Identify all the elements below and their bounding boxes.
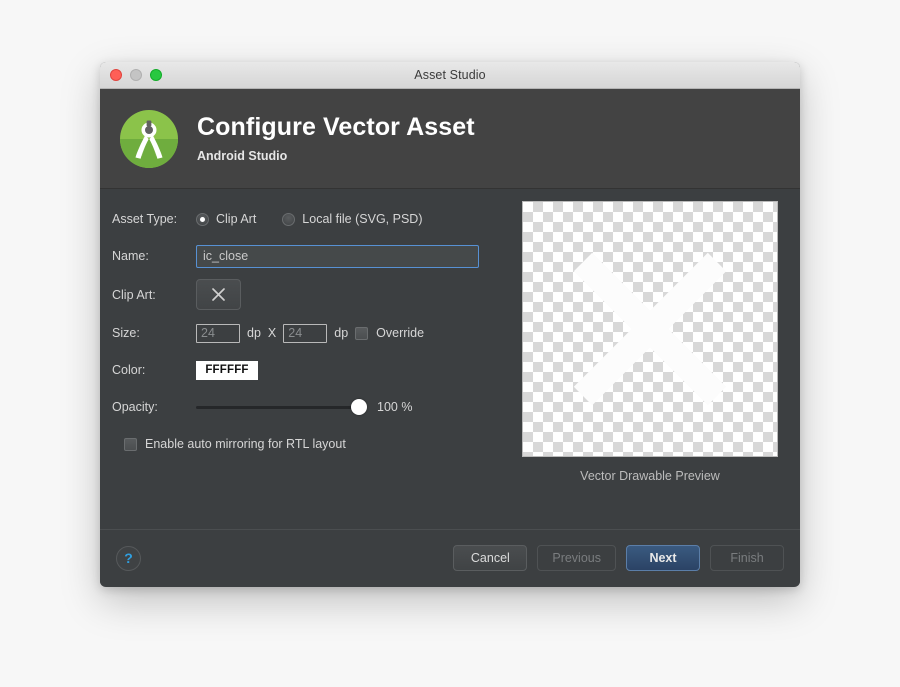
close-window-button[interactable] [110, 69, 122, 81]
finish-button[interactable]: Finish [710, 545, 784, 571]
maximize-window-button[interactable] [150, 69, 162, 81]
color-label: Color: [112, 363, 196, 377]
opacity-slider-knob[interactable] [351, 399, 367, 415]
override-checkbox[interactable] [355, 327, 368, 340]
opacity-slider-track [196, 406, 364, 409]
asset-type-row: Asset Type: Clip Art Local file (SVG, PS… [112, 205, 500, 233]
radio-clip-art-label: Clip Art [216, 212, 256, 226]
radio-local-file-icon [282, 213, 295, 226]
preview-caption: Vector Drawable Preview [580, 469, 720, 483]
footer-buttons: Cancel Previous Next Finish [453, 545, 784, 571]
opacity-slider[interactable] [196, 398, 364, 416]
opacity-label: Opacity: [112, 400, 196, 414]
next-button[interactable]: Next [626, 545, 700, 571]
header-text-group: Configure Vector Asset Android Studio [197, 114, 475, 163]
dialog-header: Configure Vector Asset Android Studio [100, 89, 800, 189]
override-label: Override [376, 326, 424, 340]
size-separator: X [268, 326, 276, 340]
name-input[interactable] [196, 245, 479, 268]
previous-button[interactable]: Previous [537, 545, 616, 571]
clip-art-row: Clip Art: [112, 279, 500, 310]
cancel-button[interactable]: Cancel [453, 545, 527, 571]
radio-local-file[interactable]: Local file (SVG, PSD) [282, 212, 422, 226]
rtl-mirroring-row[interactable]: Enable auto mirroring for RTL layout [112, 430, 500, 458]
asset-type-label: Asset Type: [112, 212, 196, 226]
size-height-unit: dp [334, 326, 348, 340]
name-label: Name: [112, 249, 196, 263]
close-x-icon [211, 287, 226, 302]
radio-clip-art-icon [196, 213, 209, 226]
minimize-window-button[interactable] [130, 69, 142, 81]
clip-art-label: Clip Art: [112, 288, 196, 302]
page-title: Configure Vector Asset [197, 114, 475, 142]
help-button[interactable]: ? [116, 546, 141, 571]
screenshot-root: Asset Studio Configure Vector Asset Andr… [0, 0, 900, 687]
page-subtitle: Android Studio [197, 149, 475, 163]
close-x-icon [523, 202, 777, 456]
color-row: Color: FFFFFF [112, 356, 500, 384]
preview-panel: Vector Drawable Preview [500, 189, 800, 529]
asset-studio-window: Asset Studio Configure Vector Asset Andr… [100, 62, 800, 587]
opacity-row: Opacity: 100 % [112, 393, 500, 421]
size-width-input[interactable] [196, 324, 240, 343]
radio-local-file-label: Local file (SVG, PSD) [302, 212, 422, 226]
size-width-unit: dp [247, 326, 261, 340]
window-title: Asset Studio [100, 68, 800, 82]
color-swatch-button[interactable]: FFFFFF [196, 361, 258, 380]
traffic-lights [110, 69, 162, 81]
size-row: Size: dp X dp Override [112, 319, 500, 347]
radio-clip-art[interactable]: Clip Art [196, 212, 256, 226]
dialog-body: Asset Type: Clip Art Local file (SVG, PS… [100, 189, 800, 529]
rtl-mirroring-label: Enable auto mirroring for RTL layout [145, 437, 346, 451]
android-studio-logo-icon [118, 108, 180, 170]
dialog-footer: ? Cancel Previous Next Finish [100, 529, 800, 586]
size-label: Size: [112, 326, 196, 340]
rtl-mirroring-checkbox[interactable] [124, 438, 137, 451]
clip-art-picker-button[interactable] [196, 279, 241, 310]
size-height-input[interactable] [283, 324, 327, 343]
name-row: Name: [112, 242, 500, 270]
vector-preview-box [522, 201, 778, 457]
configuration-form: Asset Type: Clip Art Local file (SVG, PS… [100, 189, 500, 529]
opacity-value: 100 % [377, 400, 412, 414]
window-titlebar[interactable]: Asset Studio [100, 62, 800, 89]
